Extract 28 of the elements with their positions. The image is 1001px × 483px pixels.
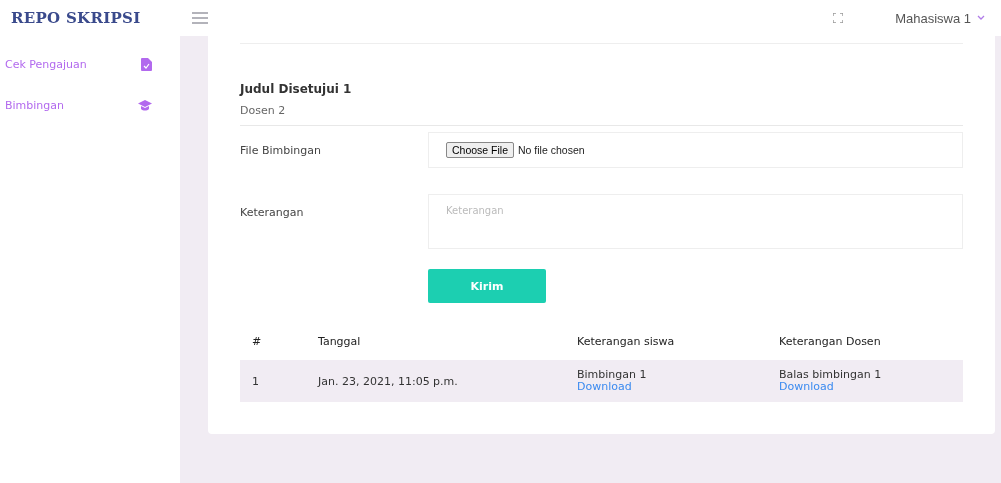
file-field[interactable]: Choose File No file chosen — [428, 132, 963, 168]
card-title: Judul Disetujui 1 — [240, 82, 353, 96]
field-label: File Bimbingan — [240, 143, 322, 157]
sidebar-item[interactable]: Cek Pengajuan — [0, 58, 180, 71]
field-label: Keterangan — [240, 205, 305, 219]
column-header: Tanggal — [306, 325, 565, 360]
card-subtitle: Dosen 2 — [240, 104, 287, 117]
document-icon — [141, 58, 152, 71]
fullscreen-icon[interactable] — [833, 13, 844, 23]
column-header: Keterangan Dosen — [767, 325, 963, 360]
table-cell-text: Balas bimbingan 1 — [779, 369, 883, 381]
column-header: # — [240, 325, 306, 360]
chevron-down-icon — [977, 15, 985, 21]
sidebar-item[interactable]: Bimbingan — [0, 99, 180, 112]
choose-file-button[interactable]: Choose File — [446, 142, 515, 158]
file-status: No file chosen — [518, 144, 585, 156]
column-header: Keterangan siswa — [565, 325, 767, 360]
download-link[interactable]: Download — [577, 381, 755, 393]
brand-logo: REPO SKRIPSI — [10, 9, 142, 27]
note-field[interactable]: Keterangan — [428, 194, 963, 249]
menu-icon[interactable] — [192, 12, 208, 24]
user-menu[interactable]: Mahasiswa 1 — [895, 10, 985, 26]
table-cell: Jan. 23, 2021, 11:05 p.m. — [318, 374, 458, 388]
graduation-cap-icon — [138, 100, 152, 111]
download-link[interactable]: Download — [779, 381, 951, 393]
table-cell: 1 — [252, 374, 259, 388]
submit-button[interactable]: Kirim — [428, 269, 546, 303]
table-cell-text: Bimbingan 1 — [577, 369, 648, 381]
